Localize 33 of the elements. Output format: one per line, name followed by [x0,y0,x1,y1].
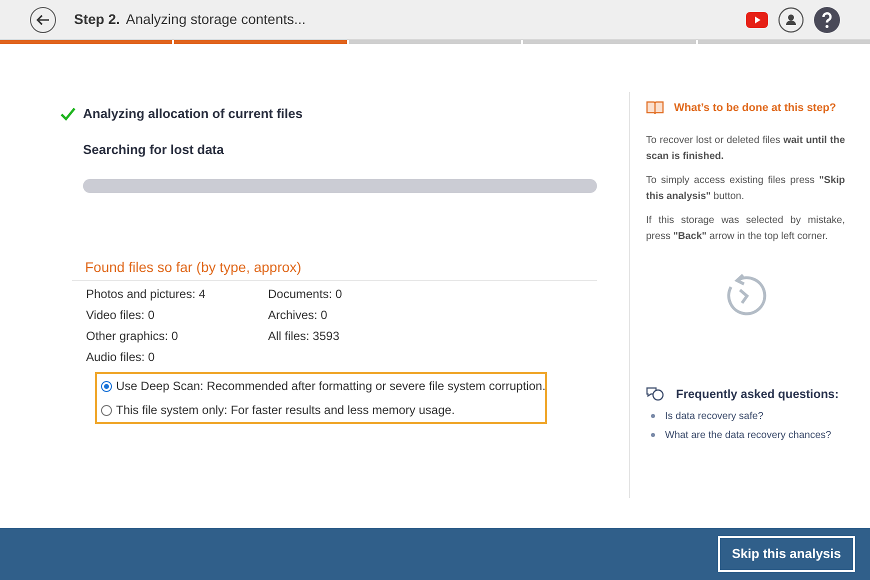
file-count: Audio files: 0 [86,349,156,366]
radio-button[interactable] [101,380,112,392]
file-count: Archives: 0 [268,307,328,324]
bullet-icon [651,433,655,437]
step-number: Step 2. [74,10,120,29]
help-title: What’s to be done at this step? [674,101,836,116]
bullet-icon [651,414,655,418]
help-icon[interactable] [814,6,840,32]
file-count: Video files: 0 [86,307,156,324]
video-play-icon[interactable] [746,12,768,28]
faq-link[interactable]: What are the data recovery chances? [665,428,832,442]
file-count: Photos and pictures: 4 [86,286,206,303]
back-button[interactable] [30,6,56,32]
user-icon[interactable] [778,6,804,32]
section-title: Found files so far (by type, approx) [85,258,302,277]
task-label: Searching for lost data [83,140,224,159]
book-icon [646,101,664,116]
help-text: To simply access existing files press "Skip this analysis" button. [646,174,845,204]
back-arrow-icon [36,14,50,26]
faq-title: Frequently asked questions: [676,386,839,402]
task-label: Analyzing allocation of current files [83,105,303,123]
help-text: If this storage was selected by mistake, press "Back" arrow in the top left corner. [646,214,845,244]
file-count: Other graphics: 0 [86,328,180,345]
skip-analysis-button[interactable]: Skip this analysis [718,536,855,572]
window-title: Analyzing storage contents... [126,10,306,29]
option-label[interactable]: This file system only: For faster results and less memory usage. [116,401,455,419]
help-text: To recover lost or deleted files wait until the scan is finished. [646,134,845,164]
option-label[interactable]: Use Deep Scan: Recommended after formatting or severe file system corruption. [116,377,546,395]
faq-link[interactable]: Is data recovery safe? [665,408,764,424]
file-count: All files: 3593 [268,328,340,345]
radio-button[interactable] [101,404,112,416]
file-count: Documents: 0 [268,286,344,303]
speech-bubbles-icon [646,386,664,400]
